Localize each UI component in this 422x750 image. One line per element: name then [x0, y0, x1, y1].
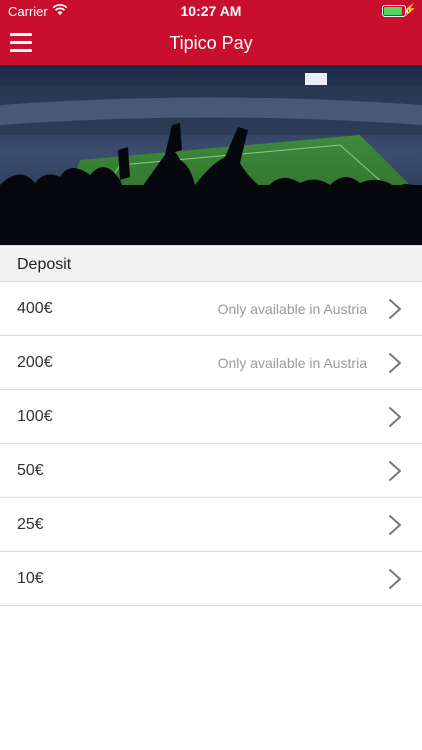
- deposit-amount: 10€: [17, 570, 44, 587]
- chevron-right-icon: [388, 568, 402, 590]
- deposit-option-row[interactable]: 200€ Only available in Austria: [0, 336, 422, 390]
- deposit-amount: 100€: [17, 408, 53, 425]
- deposit-option-row[interactable]: 50€: [0, 444, 422, 498]
- deposit-amount: 50€: [17, 462, 44, 479]
- deposit-option-row[interactable]: 25€: [0, 498, 422, 552]
- chevron-right-icon: [388, 298, 402, 320]
- chevron-right-icon: [388, 352, 402, 374]
- deposit-section-header: Deposit: [0, 245, 422, 282]
- deposit-amount: 25€: [17, 516, 44, 533]
- availability-note: Only available in Austria: [217, 301, 367, 317]
- battery-fill: [384, 7, 402, 15]
- chevron-right-icon: [388, 406, 402, 428]
- deposit-amount: 400€: [17, 300, 53, 317]
- deposit-option-row[interactable]: 100€: [0, 390, 422, 444]
- deposit-list: 400€ Only available in Austria 200€ Only av…: [0, 282, 422, 606]
- chevron-right-icon: [388, 460, 402, 482]
- deposit-option-row[interactable]: 400€ Only available in Austria: [0, 282, 422, 336]
- stadium-banner-image: [0, 65, 422, 245]
- chevron-right-icon: [388, 514, 402, 536]
- deposit-option-row[interactable]: 10€: [0, 552, 422, 606]
- navigation-bar: Tipico Pay: [0, 22, 422, 65]
- status-time: 10:27 AM: [180, 3, 242, 19]
- status-bar: Carrier 10:27 AM ⚡: [0, 0, 422, 22]
- top-bar: Carrier 10:27 AM ⚡ Tipico Pay: [0, 0, 422, 65]
- charging-icon: ⚡: [403, 4, 417, 16]
- page-title: Tipico Pay: [169, 33, 253, 53]
- deposit-amount: 200€: [17, 354, 53, 371]
- deposit-header-label: Deposit: [17, 256, 72, 273]
- availability-note: Only available in Austria: [217, 355, 367, 371]
